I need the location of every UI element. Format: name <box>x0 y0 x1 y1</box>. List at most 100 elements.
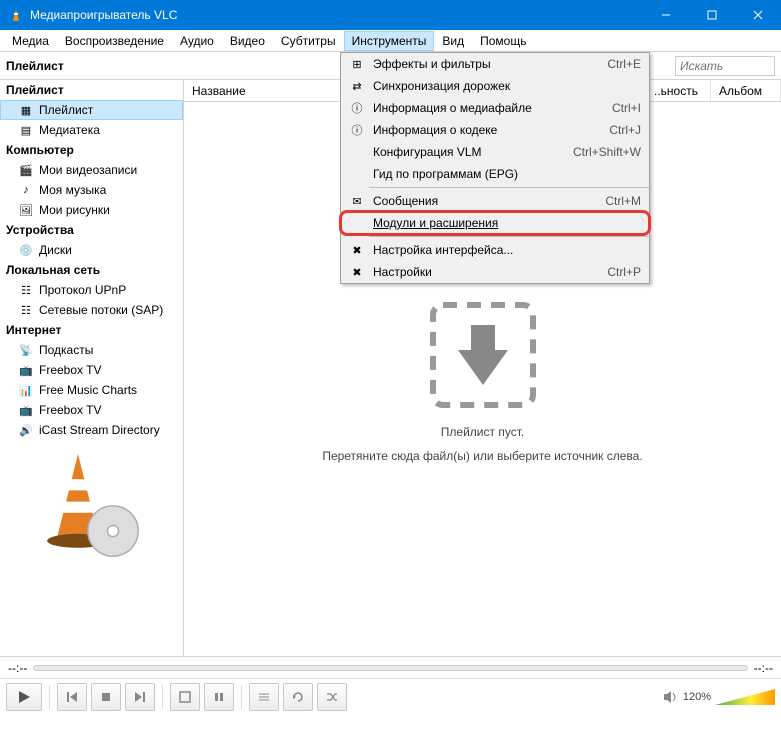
info-icon: ⓘ <box>349 122 365 138</box>
column-header[interactable]: ..ьность <box>646 80 711 101</box>
volume-percent: 120% <box>683 691 711 703</box>
sidebar-item-label: Мои видеозаписи <box>39 163 137 177</box>
menu-item-label: Информация о кодеке <box>373 123 601 137</box>
sidebar-item[interactable]: 📺Freebox TV <box>0 360 183 380</box>
tools-icon: ✖ <box>349 266 365 279</box>
volume-control[interactable]: 120% <box>663 687 775 707</box>
charts-icon: 📊 <box>18 382 34 398</box>
stream-icon: 🔊 <box>18 422 34 438</box>
seek-track[interactable] <box>33 665 747 671</box>
menu-item-label: Модули и расширения <box>373 216 641 230</box>
menu-item[interactable]: Конфигурация VLMCtrl+Shift+W <box>341 141 649 163</box>
menu-item-label: Настройка интерфейса... <box>373 243 641 257</box>
fx-icon: ⊞ <box>349 58 365 71</box>
sidebar-item-label: Сетевые потоки (SAP) <box>39 303 163 317</box>
tools-menu-dropdown: ⊞Эффекты и фильтрыCtrl+E⇄Синхронизация д… <box>340 52 650 284</box>
music-icon: ♪ <box>18 182 34 198</box>
menu-item[interactable]: ⇄Синхронизация дорожек <box>341 75 649 97</box>
sidebar-group: Компьютер <box>0 140 183 160</box>
fullscreen-button[interactable] <box>170 683 200 711</box>
sidebar-item[interactable]: 📡Подкасты <box>0 340 183 360</box>
info-icon: ⓘ <box>349 100 365 116</box>
sidebar-item-label: Медиатека <box>39 123 100 137</box>
search-input[interactable] <box>675 56 775 76</box>
menubar: МедиаВоспроизведениеАудиоВидеоСубтитрыИн… <box>0 30 781 52</box>
playlist-icon: ▦ <box>18 102 34 118</box>
sidebar: Плейлист▦Плейлист▤МедиатекаКомпьютер🎬Мои… <box>0 80 184 656</box>
sap-icon: ☷ <box>18 302 34 318</box>
sidebar-item-label: Freebox TV <box>39 403 101 417</box>
sidebar-group: Устройства <box>0 220 183 240</box>
app-icon <box>8 7 24 23</box>
menu-item-label: Сообщения <box>373 194 597 208</box>
loop-button[interactable] <box>283 683 313 711</box>
menu-item[interactable]: ✖Настройка интерфейса... <box>341 239 649 261</box>
menu-item-label: Информация о медиафайле <box>373 101 604 115</box>
stop-button[interactable] <box>91 683 121 711</box>
menu-воспроизведение[interactable]: Воспроизведение <box>57 31 172 51</box>
sidebar-item[interactable]: ♪ Моя музыка <box>0 180 183 200</box>
menu-аудио[interactable]: Аудио <box>172 31 222 51</box>
sidebar-item-label: Протокол UPnP <box>39 283 126 297</box>
menu-помощь[interactable]: Помощь <box>472 31 534 51</box>
prev-button[interactable] <box>57 683 87 711</box>
menu-separator <box>369 187 649 188</box>
menu-item[interactable]: ✖НастройкиCtrl+P <box>341 261 649 283</box>
toolbar-title: Плейлист <box>6 59 64 73</box>
sidebar-item[interactable]: 🖼 Мои рисунки <box>0 200 183 220</box>
menu-видео[interactable]: Видео <box>222 31 273 51</box>
seekbar: --:-- --:-- <box>0 656 781 678</box>
sidebar-item[interactable]: ▦ Плейлист <box>0 100 183 120</box>
maximize-button[interactable] <box>689 0 735 30</box>
menu-item[interactable]: ⓘИнформация о кодекеCtrl+J <box>341 119 649 141</box>
sidebar-item[interactable]: ☷ Протокол UPnP <box>0 280 183 300</box>
titlebar: Медиапроигрыватель VLC <box>0 0 781 30</box>
freebox-icon: 📺 <box>18 402 34 418</box>
album-art-placeholder <box>22 448 162 558</box>
menu-item[interactable]: ✉СообщенияCtrl+M <box>341 190 649 212</box>
video-icon: 🎬 <box>18 162 34 178</box>
sidebar-item[interactable]: 🎬 Мои видеозаписи <box>0 160 183 180</box>
upnp-icon: ☷ <box>18 282 34 298</box>
pictures-icon: 🖼 <box>18 202 34 218</box>
volume-slider[interactable] <box>715 687 775 707</box>
sidebar-item-label: Плейлист <box>39 103 93 117</box>
sidebar-item-label: Моя музыка <box>39 183 106 197</box>
sidebar-item[interactable]: 📺 Freebox TV <box>0 400 183 420</box>
menu-shortcut: Ctrl+E <box>607 57 641 71</box>
shuffle-button[interactable] <box>317 683 347 711</box>
menu-item[interactable]: Модули и расширения <box>341 212 649 234</box>
menu-shortcut: Ctrl+I <box>612 101 641 115</box>
menu-субтитры[interactable]: Субтитры <box>273 31 344 51</box>
sidebar-item-label: Диски <box>39 243 72 257</box>
window-title: Медиапроигрыватель VLC <box>30 8 643 22</box>
empty-line1: Плейлист пуст. <box>441 425 524 439</box>
sidebar-group: Интернет <box>0 320 183 340</box>
next-button[interactable] <box>125 683 155 711</box>
sidebar-item[interactable]: 🔊 iCast Stream Directory <box>0 420 183 440</box>
sidebar-item[interactable]: ▤Медиатека <box>0 120 183 140</box>
menu-инструменты[interactable]: Инструменты <box>344 31 435 51</box>
column-header[interactable]: Альбом <box>711 80 781 101</box>
sidebar-item[interactable]: ☷ Сетевые потоки (SAP) <box>0 300 183 320</box>
menu-item[interactable]: ⓘ Информация о медиафайле Ctrl+I <box>341 97 649 119</box>
minimize-button[interactable] <box>643 0 689 30</box>
menu-item[interactable]: ⊞Эффекты и фильтрыCtrl+E <box>341 53 649 75</box>
sidebar-group: Локальная сеть <box>0 260 183 280</box>
sidebar-item-label: iCast Stream Directory <box>39 423 160 437</box>
sidebar-item-label: Мои рисунки <box>39 203 110 217</box>
sidebar-item[interactable]: 💿Диски <box>0 240 183 260</box>
menu-separator <box>369 236 649 237</box>
freebox-icon: 📺 <box>18 362 34 378</box>
menu-вид[interactable]: Вид <box>434 31 472 51</box>
time-total: --:-- <box>754 661 773 675</box>
menu-медиа[interactable]: Медиа <box>4 31 57 51</box>
empty-line2: Перетяните сюда файл(ы) или выберите ист… <box>322 449 642 463</box>
play-button[interactable] <box>6 683 42 711</box>
menu-item[interactable]: Гид по программам (EPG) <box>341 163 649 185</box>
menu-item-label: Конфигурация VLM <box>373 145 565 159</box>
playlist-view-button[interactable] <box>249 683 279 711</box>
close-button[interactable] <box>735 0 781 30</box>
sidebar-item[interactable]: 📊Free Music Charts <box>0 380 183 400</box>
ext-settings-button[interactable] <box>204 683 234 711</box>
